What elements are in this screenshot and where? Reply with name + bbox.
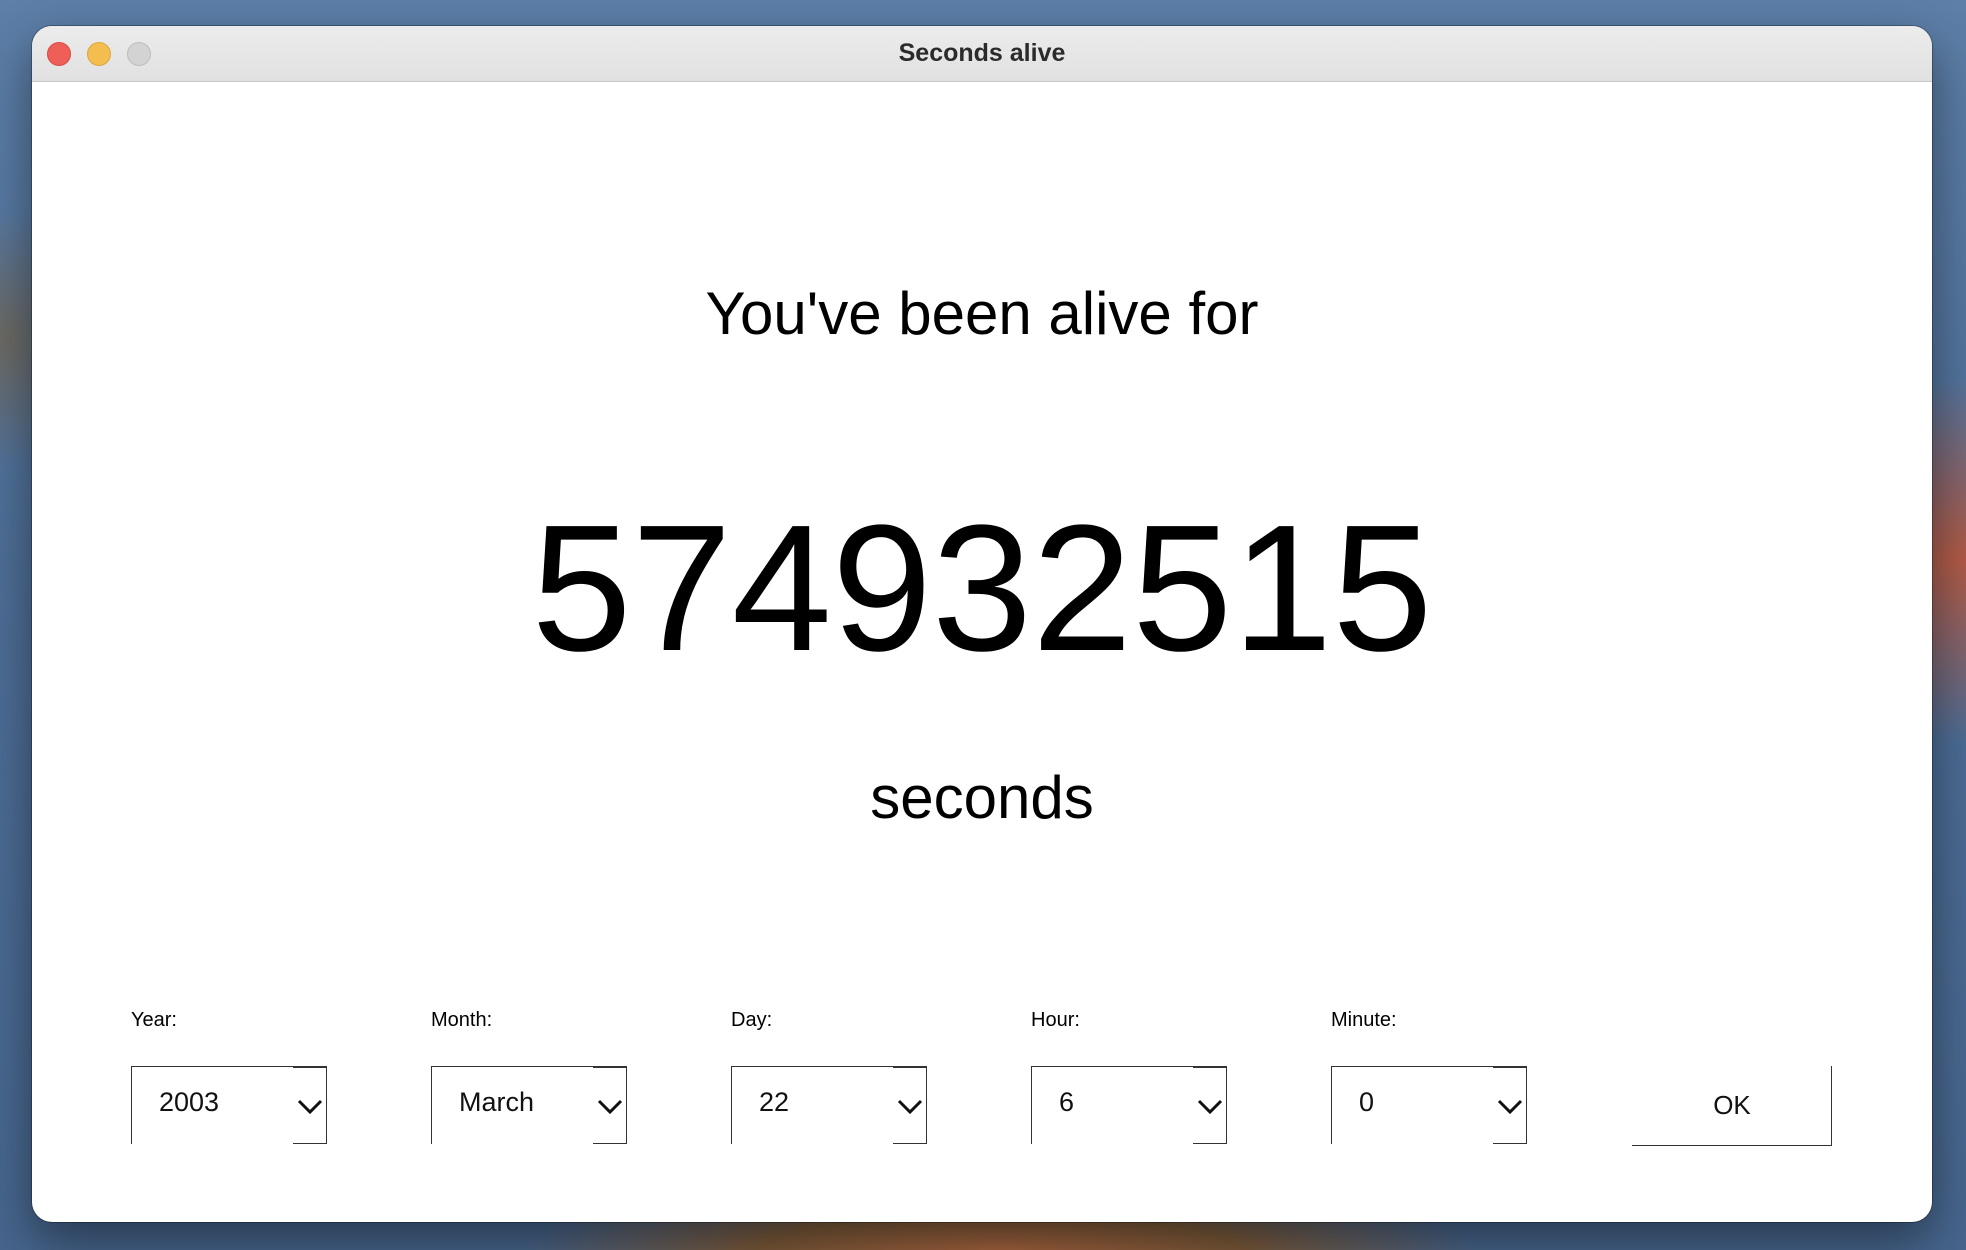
day-select[interactable]: 22 — [731, 1066, 927, 1144]
minute-label: Minute: — [1331, 1009, 1397, 1031]
hour-label: Hour: — [1031, 1009, 1080, 1031]
month-select-value: March — [459, 1087, 535, 1117]
year-select-value: 2003 — [159, 1087, 220, 1117]
ok-button-label: OK — [1713, 1090, 1751, 1120]
minute-select[interactable]: 0 — [1331, 1066, 1527, 1144]
chevron-down-icon — [1497, 1099, 1523, 1115]
hour-dropdown-button[interactable] — [1193, 1067, 1227, 1144]
chevron-down-icon — [897, 1099, 923, 1115]
year-select[interactable]: 2003 — [131, 1066, 327, 1144]
month-label: Month: — [431, 1009, 493, 1031]
headline-text: You've been alive for — [705, 280, 1259, 347]
main-content: You've been alive for 574932515 seconds … — [32, 82, 1932, 1222]
ok-button[interactable]: OK — [1632, 1066, 1832, 1146]
window-title: Seconds alive — [898, 39, 1066, 67]
hour-select[interactable]: 6 — [1031, 1066, 1227, 1144]
chevron-down-icon — [597, 1099, 623, 1115]
day-dropdown-button[interactable] — [893, 1067, 927, 1144]
year-label: Year: — [131, 1009, 177, 1031]
month-select[interactable]: March — [431, 1066, 627, 1144]
seconds-count: 574932515 — [531, 488, 1433, 689]
minute-select-value: 0 — [1359, 1087, 1375, 1117]
chevron-down-icon — [1197, 1099, 1223, 1115]
day-label: Day: — [731, 1009, 773, 1031]
unit-label: seconds — [870, 764, 1094, 831]
day-select-value: 22 — [759, 1087, 790, 1117]
title-bar[interactable]: Seconds alive — [32, 26, 1932, 82]
hour-select-value: 6 — [1059, 1087, 1075, 1117]
year-dropdown-button[interactable] — [293, 1067, 327, 1144]
month-dropdown-button[interactable] — [593, 1067, 627, 1144]
app-window: Seconds alive You've been alive for 5749… — [32, 26, 1932, 1222]
minute-dropdown-button[interactable] — [1493, 1067, 1527, 1144]
chevron-down-icon — [297, 1099, 323, 1115]
